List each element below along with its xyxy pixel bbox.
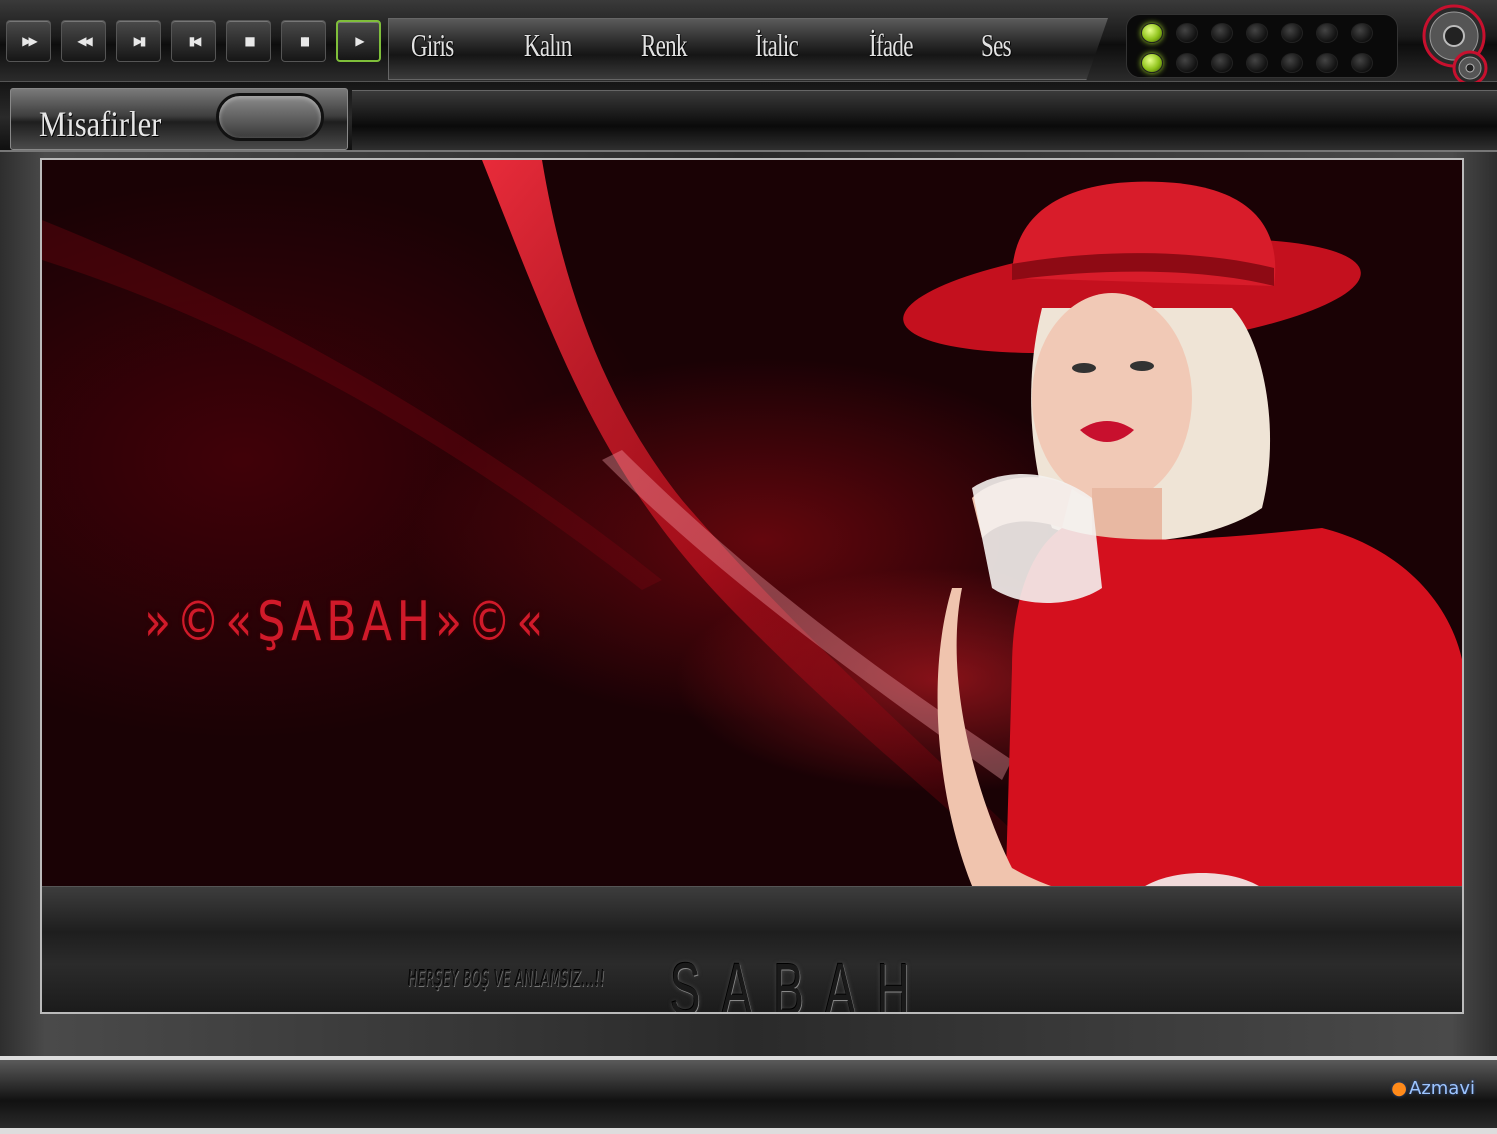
menu-item-italic[interactable]: İtalic <box>755 27 799 64</box>
guests-label: Misafirler <box>39 104 162 144</box>
guests-list-strip <box>352 90 1497 150</box>
led-indicator <box>1141 23 1163 43</box>
fast-forward-icon: ▶▶ <box>22 34 38 48</box>
menu-item-giris[interactable]: Giris <box>411 27 454 64</box>
guests-toggle-button[interactable] <box>216 93 324 141</box>
menu-item-renk[interactable]: Renk <box>641 27 687 64</box>
led-indicator <box>1246 53 1268 73</box>
next-track-button[interactable]: ▶▮ <box>116 20 161 62</box>
next-track-icon: ▶▮ <box>133 34 147 48</box>
led-indicator <box>1316 53 1338 73</box>
pause-button[interactable]: ▮▮ <box>281 20 326 62</box>
stop-button[interactable]: ■ <box>226 20 271 62</box>
menu-item-ses[interactable]: Ses <box>981 27 1012 64</box>
top-toolbar: ▶▶ ◀◀ ▶▮ ▮◀ ■ ▮▮ ▶ Giris Kalın Renk İtal… <box>0 0 1497 86</box>
menu-item-kalin[interactable]: Kalın <box>524 27 572 64</box>
pause-icon: ▮▮ <box>299 34 310 48</box>
led-indicator <box>1176 23 1198 43</box>
play-icon: ▶ <box>355 34 364 48</box>
led-indicator <box>1281 53 1303 73</box>
woman-in-red-hat-photo <box>903 181 1462 1008</box>
brand-embossed-text: SABAH <box>670 948 931 1014</box>
led-indicator <box>1316 23 1338 43</box>
level-meter <box>1126 14 1398 78</box>
bottom-bar: ● Azmavi <box>0 1056 1497 1134</box>
signature-text: »©«ŞABAH»©« <box>144 590 549 653</box>
transport-controls: ▶▶ ◀◀ ▶▮ ▮◀ ■ ▮▮ ▶ <box>6 20 381 66</box>
previous-track-button[interactable]: ▮◀ <box>171 20 216 62</box>
credit-text: Azmavi <box>1409 1078 1475 1099</box>
previous-track-icon: ▮◀ <box>188 34 202 48</box>
format-menu: Giris Kalın Renk İtalic İfade Ses <box>388 18 1108 80</box>
led-indicator <box>1176 53 1198 73</box>
led-indicator <box>1281 23 1303 43</box>
fast-forward-button[interactable]: ▶▶ <box>6 20 51 62</box>
level-meter-row <box>1141 53 1373 73</box>
led-indicator <box>1246 23 1268 43</box>
guests-tab[interactable]: Misafirler <box>10 88 348 150</box>
stop-icon: ■ <box>244 34 255 48</box>
menu-item-ifade[interactable]: İfade <box>869 27 913 64</box>
banner-footer-band: HERŞEY BOŞ VE ANLAMSIZ...!! SABAH <box>42 886 1462 1014</box>
bottom-bar-inner: ● Azmavi <box>0 1060 1497 1128</box>
led-indicator <box>1141 53 1163 73</box>
credit-logo-icon: ● <box>1391 1078 1408 1099</box>
led-indicator <box>1211 53 1233 73</box>
background-banner: »©«ŞABAH»©« HERŞEY BOŞ VE ANLAMSIZ...!! … <box>40 158 1464 1014</box>
led-indicator <box>1351 23 1373 43</box>
led-indicator <box>1211 23 1233 43</box>
motto-text: HERŞEY BOŞ VE ANLAMSIZ...!! <box>406 967 607 992</box>
credit-link[interactable]: ● Azmavi <box>1391 1078 1475 1099</box>
play-button[interactable]: ▶ <box>336 20 381 62</box>
level-meter-row <box>1141 23 1373 43</box>
rewind-icon: ◀◀ <box>77 34 93 48</box>
led-indicator <box>1351 53 1373 73</box>
speaker-icon[interactable] <box>1422 2 1494 86</box>
guests-bar: Misafirler <box>0 82 1497 152</box>
rewind-button[interactable]: ◀◀ <box>61 20 106 62</box>
